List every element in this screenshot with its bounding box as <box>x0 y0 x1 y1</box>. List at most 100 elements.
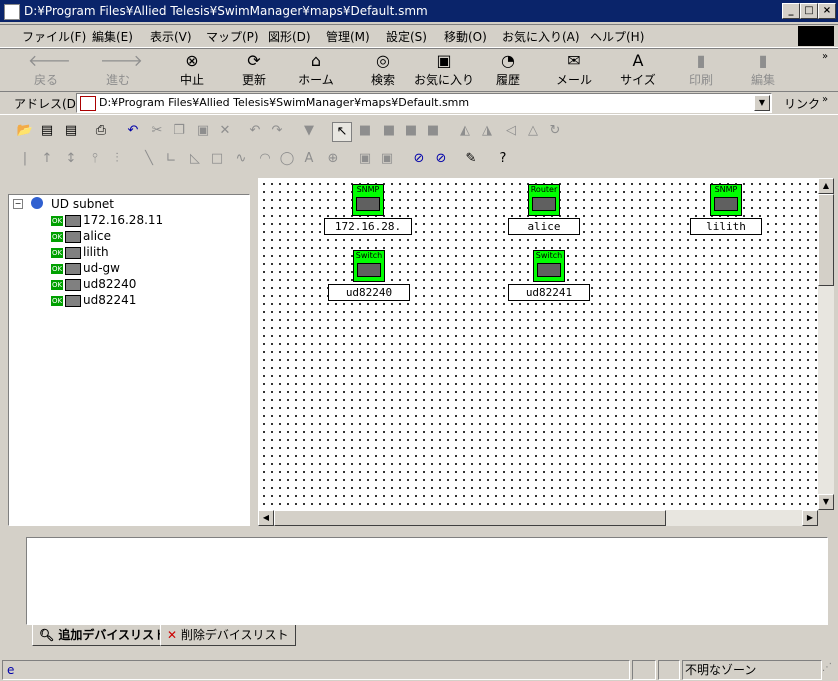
rotate-icon[interactable]: ↻ <box>546 122 564 140</box>
menu-map[interactable]: マップ(P) <box>206 28 259 45</box>
links-label[interactable]: リンク <box>784 95 820 112</box>
undo-icon[interactable]: ↶ <box>246 122 264 140</box>
crosshair-icon[interactable]: ⊕ <box>324 150 342 168</box>
device-list-panel[interactable] <box>26 537 828 625</box>
redo-icon[interactable]: ↷ <box>268 122 286 140</box>
maximize-button[interactable]: □ <box>800 3 818 19</box>
tree-item[interactable]: OK 172.16.28.11 <box>51 213 163 229</box>
open-icon[interactable]: 📂 <box>16 122 34 140</box>
search-button[interactable]: ◎ 検索 <box>366 51 400 89</box>
map-node[interactable]: Router alice <box>508 184 580 235</box>
back-button[interactable]: 🡐 戻る <box>28 51 71 89</box>
horizontal-scroll-thumb[interactable] <box>274 510 666 526</box>
map-node[interactable]: Switch ud82241 <box>508 250 590 301</box>
filter-icon[interactable]: ▼ <box>300 122 318 140</box>
resize-grip-icon[interactable]: ⋰ <box>822 662 832 673</box>
arrow-up-icon[interactable]: ↑ <box>38 150 56 168</box>
app-icon[interactable] <box>4 4 20 20</box>
menu-manage[interactable]: 管理(M) <box>326 28 370 45</box>
vertical-scrollbar[interactable]: ▲ ▼ <box>818 178 834 510</box>
scroll-left-icon[interactable]: ◀ <box>258 510 274 526</box>
undo-arrow-icon[interactable]: ↶ <box>124 122 142 140</box>
menu-edit[interactable]: 編集(E) <box>92 28 133 45</box>
links-chevron-icon[interactable]: » <box>822 94 828 105</box>
flip-vertical-icon[interactable]: ◭ <box>456 122 474 140</box>
menu-go[interactable]: 移動(O) <box>444 28 487 45</box>
group-icon[interactable]: ▣ <box>356 150 374 168</box>
forward-button[interactable]: 🡒 進む <box>100 51 143 89</box>
home-button[interactable]: ⌂ ホーム <box>296 51 336 89</box>
flip-horizontal-icon[interactable]: ◮ <box>478 122 496 140</box>
disconnect-icon[interactable]: ⊘ <box>432 150 450 168</box>
delete-icon[interactable]: ✕ <box>216 122 234 140</box>
stop-button[interactable]: ⊗ 中止 <box>174 51 210 89</box>
menu-shape[interactable]: 図形(D) <box>268 28 311 45</box>
edit-button[interactable]: ▮ 編集 <box>746 51 780 89</box>
map-node[interactable]: SNMP 172.16.28. <box>324 184 412 235</box>
history-button[interactable]: ◔ 履歴 <box>490 51 526 89</box>
menu-settings[interactable]: 設定(S) <box>386 28 427 45</box>
mail-button[interactable]: ✉ メール <box>554 51 594 89</box>
map-node[interactable]: Switch ud82240 <box>328 250 410 301</box>
menu-help[interactable]: ヘルプ(H) <box>590 28 644 45</box>
connect-icon[interactable]: ⊘ <box>410 150 428 168</box>
select-pointer-icon[interactable]: ↖ <box>332 122 352 142</box>
save-as-icon[interactable]: ▤ <box>62 122 80 140</box>
size-button[interactable]: A サイズ <box>618 51 658 89</box>
scroll-right-icon[interactable]: ▶ <box>802 510 818 526</box>
node-label: alice <box>508 218 580 235</box>
send-back-icon[interactable]: ■ <box>380 122 398 140</box>
print-icon[interactable]: ⎙ <box>92 122 110 140</box>
rotate-left-icon[interactable]: ◁ <box>502 122 520 140</box>
menu-view[interactable]: 表示(V) <box>150 28 192 45</box>
cut-icon[interactable]: ✂ <box>148 122 166 140</box>
tree-item[interactable]: OK alice <box>51 229 111 245</box>
bring-front-icon[interactable]: ■ <box>356 122 374 140</box>
tab-deleted-devices[interactable]: ✕ 削除デバイスリスト <box>160 625 296 646</box>
minimize-button[interactable]: _ <box>782 3 800 19</box>
tree-collapse-icon[interactable]: − <box>13 199 23 209</box>
forward-one-icon[interactable]: ■ <box>402 122 420 140</box>
network-map-canvas[interactable]: SNMP 172.16.28. Router alice SNMP lilith… <box>258 178 818 510</box>
favorites-button[interactable]: ▣ お気に入り <box>414 51 474 89</box>
triangle-icon[interactable]: ◺ <box>186 150 204 168</box>
menu-file[interactable]: ファイル(F) <box>22 28 86 45</box>
line-vertical-icon[interactable]: | <box>16 150 34 168</box>
menu-favorites[interactable]: お気に入り(A) <box>502 28 580 45</box>
tree-item[interactable]: OK ud82241 <box>51 293 136 309</box>
rectangle-icon[interactable]: □ <box>208 150 226 168</box>
backward-one-icon[interactable]: ■ <box>424 122 442 140</box>
paste-icon[interactable]: ▣ <box>194 122 212 140</box>
polyline-icon[interactable]: ∟ <box>162 150 180 168</box>
help-icon[interactable]: ? <box>494 150 512 168</box>
line-icon[interactable]: ╲ <box>140 150 158 168</box>
tab-added-devices[interactable]: 🔍︎ 追加デバイスリスト <box>32 625 174 646</box>
tree-item[interactable]: OK ud-gw <box>51 261 120 277</box>
print-button[interactable]: ▮ 印刷 <box>684 51 718 89</box>
map-node[interactable]: SNMP lilith <box>690 184 762 235</box>
properties-icon[interactable]: ✎ <box>462 150 480 168</box>
mirror-icon[interactable]: △ <box>524 122 542 140</box>
vertical-scroll-thumb[interactable] <box>818 194 834 286</box>
close-button[interactable]: × <box>818 3 836 19</box>
freeform-icon[interactable]: ◠ <box>256 150 274 168</box>
scroll-up-icon[interactable]: ▲ <box>818 178 834 194</box>
address-input[interactable]: D:¥Program Files¥Allied Telesis¥SwimMana… <box>76 93 772 113</box>
text-icon[interactable]: A <box>300 150 318 168</box>
tree-root-label[interactable]: UD subnet <box>51 197 114 211</box>
horizontal-scrollbar[interactable]: ◀ ▶ <box>258 510 818 526</box>
ungroup-icon[interactable]: ▣ <box>378 150 396 168</box>
copy-icon[interactable]: ❐ <box>170 122 188 140</box>
chevron-right-icon[interactable]: » <box>822 51 828 62</box>
curve-icon[interactable]: ∿ <box>232 150 250 168</box>
tree-item[interactable]: OK lilith <box>51 245 109 261</box>
ellipse-icon[interactable]: ◯ <box>278 150 296 168</box>
scroll-down-icon[interactable]: ▼ <box>818 494 834 510</box>
save-icon[interactable]: ▤ <box>38 122 56 140</box>
refresh-button[interactable]: ⟳ 更新 <box>236 51 272 89</box>
pin-icon[interactable]: ⫯ <box>86 150 104 168</box>
arrow-both-icon[interactable]: ↕ <box>62 150 80 168</box>
tree-item[interactable]: OK ud82240 <box>51 277 136 293</box>
dumbbell-icon[interactable]: ⫶ <box>108 150 126 168</box>
address-dropdown-icon[interactable]: ▼ <box>754 95 770 111</box>
